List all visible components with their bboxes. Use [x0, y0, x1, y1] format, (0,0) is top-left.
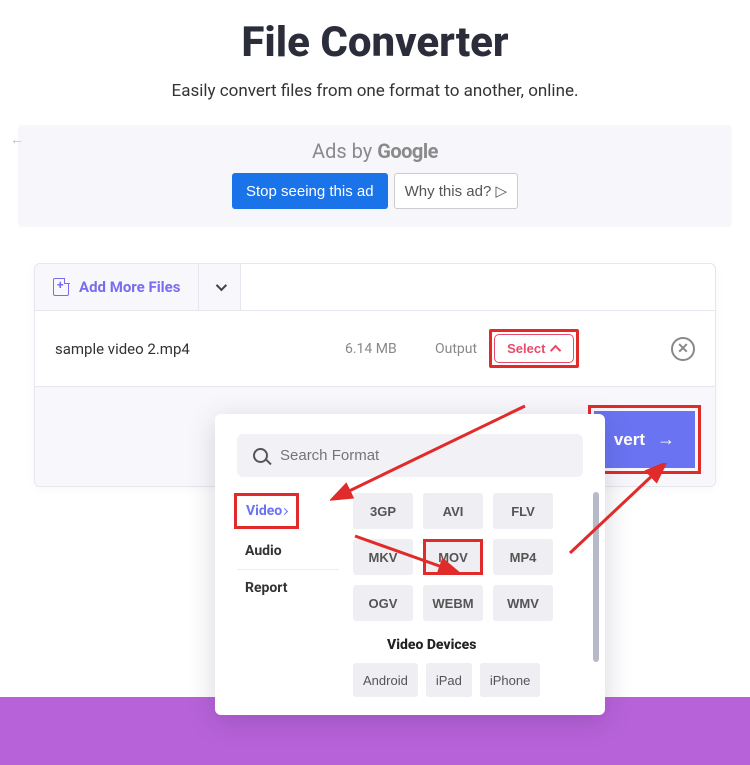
convert-button[interactable]: vert → [594, 411, 695, 468]
annotation-box-video: Video [234, 493, 299, 529]
format-mp4[interactable]: MP4 [493, 539, 553, 575]
device-iphone[interactable]: iPhone [480, 663, 540, 697]
select-label: Select [507, 341, 545, 356]
format-flv[interactable]: FLV [493, 493, 553, 529]
annotation-box-select: Select [489, 329, 579, 368]
annotation-box-mov: MOV [423, 539, 483, 575]
back-arrow-icon[interactable]: ← [10, 131, 24, 148]
format-column: 3GP AVI FLV MKV MOV MP4 OGV WEBM WMV Vid… [339, 493, 591, 697]
category-video[interactable]: Video [238, 497, 295, 525]
format-ogv[interactable]: OGV [353, 585, 413, 621]
device-android[interactable]: Android [353, 663, 418, 697]
arrow-right-icon: → [657, 429, 675, 450]
format-mov[interactable]: MOV [426, 542, 480, 572]
stop-ad-button[interactable]: Stop seeing this ad [232, 173, 388, 209]
format-3gp[interactable]: 3GP [353, 493, 413, 529]
chevron-right-icon [281, 507, 288, 514]
video-devices-heading: Video Devices [387, 637, 591, 653]
chevron-up-icon [550, 344, 561, 355]
search-icon [253, 448, 268, 463]
category-audio[interactable]: Audio [237, 533, 339, 570]
file-row: sample video 2.mp4 6.14 MB Output Select… [35, 310, 715, 386]
page-title: File Converter [0, 18, 750, 67]
select-format-button[interactable]: Select [494, 334, 574, 363]
format-avi[interactable]: AVI [423, 493, 483, 529]
ad-banner: ← Ads by Google Stop seeing this ad Why … [18, 125, 732, 227]
convert-label: vert [614, 430, 645, 450]
file-plus-icon [53, 278, 69, 296]
ad-attribution: Ads by Google [26, 139, 724, 163]
ad-by-text: Ads by [312, 139, 372, 163]
file-name: sample video 2.mp4 [55, 340, 345, 358]
ad-brand: Google [377, 139, 438, 163]
format-dropdown: Video Audio Report 3GP AVI FLV MKV MOV M… [215, 414, 605, 715]
scrollbar-thumb[interactable] [593, 492, 599, 662]
category-video-label: Video [246, 503, 282, 519]
category-report[interactable]: Report [237, 570, 339, 606]
chevron-down-icon [216, 280, 227, 291]
category-column: Video Audio Report [229, 493, 339, 697]
format-wmv[interactable]: WMV [493, 585, 553, 621]
search-format-box[interactable] [237, 434, 583, 477]
device-ipad[interactable]: iPad [426, 663, 472, 697]
remove-file-button[interactable]: ✕ [671, 337, 695, 361]
add-more-label: Add More Files [79, 278, 180, 296]
output-label: Output [435, 341, 477, 357]
file-size: 6.14 MB [345, 341, 435, 357]
search-format-input[interactable] [280, 447, 567, 464]
page-subtitle: Easily convert files from one format to … [0, 81, 750, 101]
format-mkv[interactable]: MKV [353, 539, 413, 575]
add-more-dropdown-button[interactable] [199, 264, 241, 310]
add-more-files-button[interactable]: Add More Files [35, 264, 199, 310]
format-webm[interactable]: WEBM [423, 585, 483, 621]
why-ad-button[interactable]: Why this ad? ▷ [394, 173, 518, 209]
